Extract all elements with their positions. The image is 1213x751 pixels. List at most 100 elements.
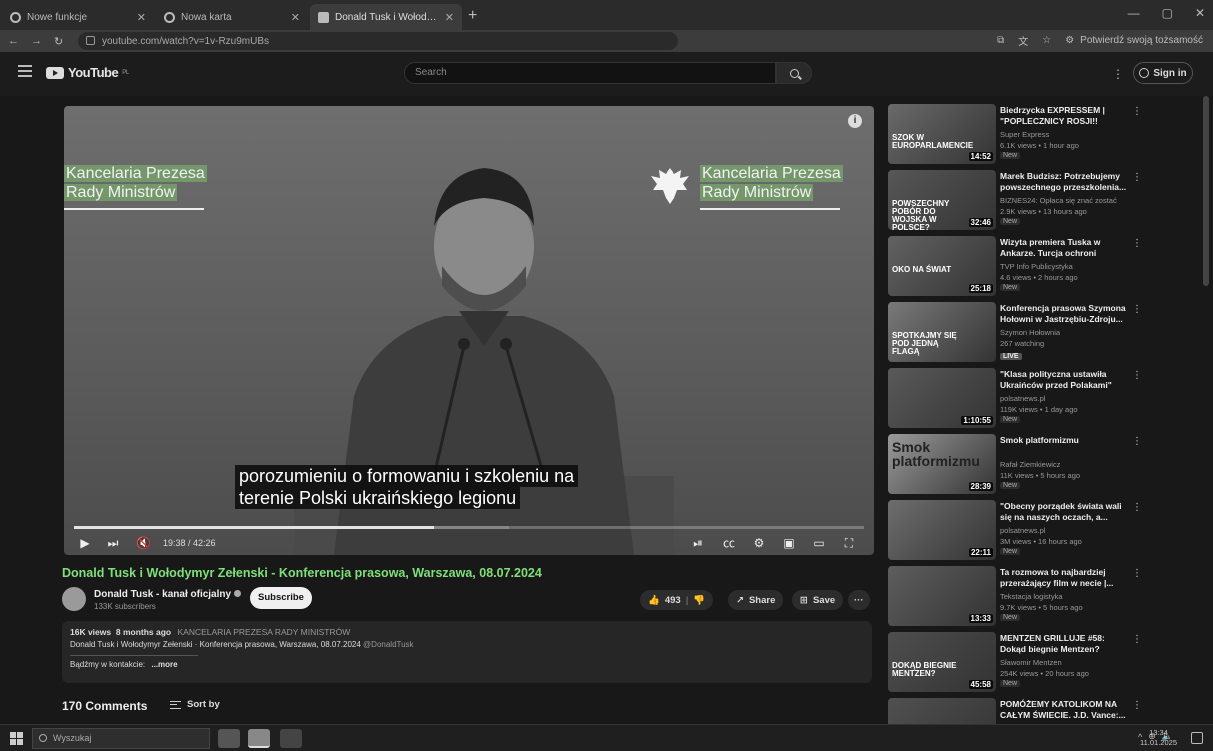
- share-button[interactable]: ↗ Share: [728, 590, 784, 610]
- close-window-icon[interactable]: ✕: [1195, 6, 1205, 20]
- recommended-channel-name[interactable]: Sławomir Mentzen: [1000, 658, 1062, 667]
- video-options-icon[interactable]: ⋮: [1132, 568, 1142, 579]
- video-options-icon[interactable]: ⋮: [1132, 238, 1142, 249]
- word-taskbar-icon[interactable]: [280, 729, 302, 748]
- settings-gear-icon[interactable]: ⚙: [752, 536, 766, 550]
- sign-in-button[interactable]: Sign in: [1133, 62, 1193, 84]
- subtitles: porozumieniu o formowaniu i szkoleniu na…: [235, 465, 579, 509]
- recommended-channel-name[interactable]: BIZNES24: Opłaca się znać zostać: [1000, 196, 1117, 205]
- recommended-video[interactable]: DOKĄD BIEGNIE MENTZEN? 45:58 MENTZEN GRILL…: [888, 632, 1142, 696]
- video-options-icon[interactable]: ⋮: [1132, 502, 1142, 513]
- theater-mode-icon[interactable]: ▭: [812, 536, 826, 550]
- recommended-channel-name[interactable]: Super Express: [1000, 130, 1049, 139]
- video-thumbnail[interactable]: SPOTKAJMY SIĘ POD JEDNĄ FLAGĄ: [888, 302, 996, 362]
- page-scrollbar[interactable]: [1203, 96, 1209, 286]
- bookmark-star-icon[interactable]: ☆: [1042, 35, 1051, 46]
- video-thumbnail[interactable]: Smok platformizmu 28:39: [888, 434, 996, 494]
- video-options-icon[interactable]: ⋮: [1132, 304, 1142, 315]
- chrome-taskbar-icon[interactable]: [248, 729, 270, 748]
- url-field[interactable]: youtube.com/watch?v=1v-Rzu9mUBs: [78, 32, 678, 50]
- profile-button[interactable]: ⚙ Potwierdź swoją tożsamość: [1065, 35, 1203, 46]
- close-icon[interactable]: ✕: [445, 11, 454, 24]
- settings-menu-icon[interactable]: ⋮: [1112, 67, 1124, 81]
- recommended-channel-name[interactable]: TVP Info Publicystyka: [1000, 262, 1073, 271]
- video-options-icon[interactable]: ⋮: [1132, 700, 1142, 711]
- save-button[interactable]: ⊞ Save: [792, 590, 844, 610]
- video-options-icon[interactable]: ⋮: [1132, 370, 1142, 381]
- recommended-video[interactable]: 1:10:55 "Klasa polityczna ustawiła Ukraiń…: [888, 368, 1142, 432]
- recommended-video[interactable]: 13:33 Ta rozmowa to najbardziej przerażaj…: [888, 566, 1142, 630]
- recommended-channel-name[interactable]: polsatnews.pl: [1000, 394, 1045, 403]
- channel-avatar[interactable]: [62, 587, 86, 611]
- recommended-video[interactable]: SZOK W EUROPARLAMENCIE 14:52 Biedrzycka EX…: [888, 104, 1142, 168]
- windows-start-icon[interactable]: [10, 732, 23, 745]
- tab-nowe-funkcje[interactable]: Nowe funkcje ✕: [2, 4, 154, 30]
- mute-icon[interactable]: 🔇: [136, 536, 151, 550]
- recommended-video[interactable]: OKO NA ŚWIAT 25:18 Wizyta premiera Tuska w…: [888, 236, 1142, 300]
- recommended-video[interactable]: POWSZECHNY POBÓR DO WOJSKA W POLSCE? 32:4…: [888, 170, 1142, 234]
- minimize-icon[interactable]: —: [1128, 6, 1140, 20]
- recommended-video[interactable]: Smok platformizmu 28:39 Smok platformizmu R…: [888, 434, 1142, 498]
- menu-icon[interactable]: [18, 65, 32, 77]
- miniplayer-icon[interactable]: ▣: [782, 536, 796, 550]
- search-button[interactable]: [776, 62, 812, 84]
- more-actions-button[interactable]: ···: [848, 590, 870, 610]
- tab-nowa-karta[interactable]: Nowa karta ✕: [156, 4, 308, 30]
- recommended-channel-name[interactable]: Szymon Hołownia: [1000, 328, 1060, 337]
- video-thumbnail[interactable]: OKO NA ŚWIAT 25:18: [888, 236, 996, 296]
- forward-icon[interactable]: →: [31, 35, 42, 47]
- video-thumbnail[interactable]: POWSZECHNY POBÓR DO WOJSKA W POLSCE? 32:4…: [888, 170, 996, 230]
- progress-bar[interactable]: [74, 526, 864, 529]
- video-options-icon[interactable]: ⋮: [1132, 436, 1142, 447]
- video-options-icon[interactable]: ⋮: [1132, 106, 1142, 117]
- autoplay-toggle-icon[interactable]: ⏯: [686, 536, 710, 550]
- recommended-channel-name[interactable]: Rafał Ziemkiewicz: [1000, 460, 1060, 469]
- back-icon[interactable]: ←: [8, 35, 19, 47]
- subscribe-button[interactable]: Subscribe: [250, 587, 312, 609]
- description-box[interactable]: 16K views 8 months ago KANCELARIA PREZES…: [62, 621, 872, 683]
- file-explorer-icon[interactable]: [218, 729, 240, 748]
- close-icon[interactable]: ✕: [291, 11, 300, 24]
- video-thumbnail[interactable]: 13:33: [888, 566, 996, 626]
- channel-name[interactable]: Donald Tusk - kanał oficjalny: [94, 589, 242, 600]
- notification-icon[interactable]: [1191, 732, 1203, 744]
- live-badge: LIVE: [1000, 353, 1022, 360]
- translate-icon[interactable]: 文: [1018, 33, 1028, 48]
- show-more-link[interactable]: ...more: [151, 660, 177, 669]
- cast-icon[interactable]: ⧉: [997, 35, 1004, 46]
- recommended-video[interactable]: 22:11 "Obecny porządek świata wali się na…: [888, 500, 1142, 564]
- video-options-icon[interactable]: ⋮: [1132, 172, 1142, 183]
- recommended-channel-name[interactable]: Tekstacja logistyka: [1000, 592, 1063, 601]
- like-button[interactable]: 👍 493 | 👎: [640, 590, 714, 610]
- search-input[interactable]: Search: [404, 62, 776, 84]
- recommended-channel-name[interactable]: polsatnews.pl: [1000, 526, 1045, 535]
- fullscreen-icon[interactable]: ⛶: [842, 536, 856, 550]
- recommended-video-title: "Klasa polityczna ustawiła Ukraińców prz…: [1000, 369, 1112, 390]
- reload-icon[interactable]: ↻: [54, 35, 63, 48]
- video-player[interactable]: Kancelaria Prezesa Rady Ministrów Kancel…: [64, 106, 874, 555]
- maximize-icon[interactable]: ▢: [1162, 6, 1173, 20]
- play-icon[interactable]: ▶: [78, 536, 92, 550]
- next-icon[interactable]: ⏭: [106, 536, 120, 550]
- video-thumbnail[interactable]: SZOK W EUROPARLAMENCIE 14:52: [888, 104, 996, 164]
- new-tab-button[interactable]: +: [468, 7, 477, 25]
- recommended-video-title: "Obecny porządek świata wali się na nasz…: [1000, 501, 1122, 522]
- video-thumbnail[interactable]: 22:11: [888, 500, 996, 560]
- tab-youtube-video[interactable]: Donald Tusk i Wołodymyr Zełe... ✕: [310, 4, 462, 30]
- search-icon: [789, 68, 799, 78]
- duration-badge: 22:11: [968, 548, 993, 557]
- site-info-icon[interactable]: [86, 36, 95, 45]
- taskbar-search-input[interactable]: Wyszukaj: [32, 728, 210, 749]
- video-thumbnail[interactable]: DOKĄD BIEGNIE MENTZEN? 45:58: [888, 632, 996, 692]
- sort-by-button[interactable]: Sort by: [170, 699, 220, 710]
- video-thumbnail[interactable]: 1:10:55: [888, 368, 996, 428]
- youtube-logo[interactable]: YouTube PL: [46, 65, 129, 80]
- close-icon[interactable]: ✕: [137, 11, 146, 24]
- video-options-icon[interactable]: ⋮: [1132, 634, 1142, 645]
- recommended-video[interactable]: SPOTKAJMY SIĘ POD JEDNĄ FLAGĄ Konferencja…: [888, 302, 1142, 366]
- info-icon[interactable]: i: [848, 114, 862, 128]
- taskbar-clock[interactable]: 13:34 11.01.2025: [1140, 728, 1177, 748]
- thumbs-down-icon[interactable]: 👎: [693, 595, 705, 606]
- captions-icon[interactable]: ㏄: [722, 536, 736, 550]
- channel-handle-link[interactable]: @DonaldTusk: [363, 640, 414, 649]
